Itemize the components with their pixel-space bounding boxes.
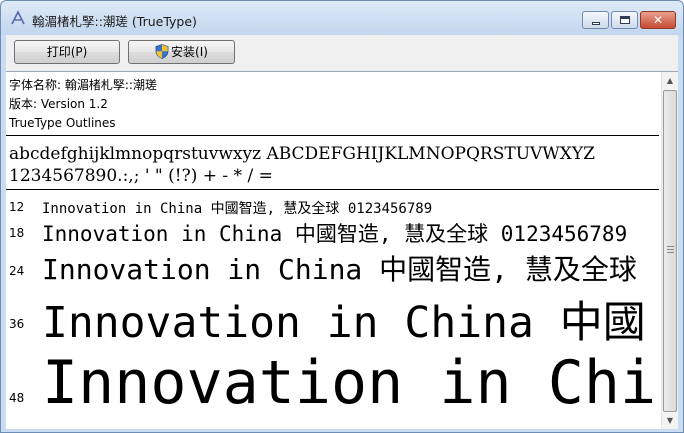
sample-size-label: 48 — [9, 391, 25, 405]
sample-row-18: 18 Innovation in China 中國智造, 慧及全球 012345… — [6, 218, 660, 248]
scrollbar-thumb[interactable] — [663, 90, 677, 412]
font-viewer-icon — [11, 10, 25, 25]
toolbar: 打印(P) 安装(I) — [6, 35, 678, 71]
vertical-scrollbar[interactable]: ▲ ▼ — [661, 72, 678, 429]
minimize-button[interactable] — [582, 11, 609, 29]
install-button-label: 安装(I) — [171, 45, 208, 59]
uac-shield-icon — [155, 44, 169, 59]
font-info-block: 字体名称: 翰湄楮札孯::潮瑳 版本: Version 1.2 TrueType… — [9, 76, 157, 133]
sample-text: Innovation in China 中國智造, 慧及全球 012345678… — [42, 201, 433, 217]
print-button[interactable]: 打印(P) — [14, 40, 120, 64]
font-viewer-window: 翰湄楮札孯::潮瑳 (TrueType) ✕ 打印(P) 安装(I) 字体名称:… — [0, 0, 684, 433]
sample-size-label: 12 — [9, 200, 25, 214]
sample-text: Innovation in China 中國智造, 慧及全球 012345678… — [42, 222, 628, 246]
minimize-icon — [592, 22, 600, 25]
sample-size-label: 24 — [9, 264, 25, 278]
close-icon: ✕ — [652, 13, 664, 27]
sample-row-24: 24 Innovation in China 中國智造, 慧及全球 — [6, 248, 660, 288]
maximize-icon — [620, 16, 630, 24]
sample-row-36: 36 Innovation in China 中國 — [6, 288, 660, 346]
charset-letters: abcdefghijklmnopqrstuvwxyz ABCDEFGHIJKLM… — [9, 144, 595, 164]
grip-line — [667, 252, 674, 253]
scroll-up-arrow-icon[interactable]: ▲ — [662, 72, 678, 89]
sample-text: Innovation in Chin — [42, 348, 660, 418]
grip-line — [667, 246, 674, 247]
title-bar[interactable]: 翰湄楮札孯::潮瑳 (TrueType) ✕ — [1, 1, 683, 35]
sample-row-48: 48 Innovation in Chin — [6, 348, 660, 428]
close-button[interactable]: ✕ — [640, 11, 676, 29]
divider-top — [6, 135, 659, 136]
sample-text: Innovation in China 中國智造, 慧及全球 — [42, 253, 637, 286]
scroll-down-arrow-icon[interactable]: ▼ — [662, 412, 678, 429]
font-outline-line: TrueType Outlines — [9, 116, 116, 130]
sample-size-label: 18 — [9, 226, 25, 240]
divider-bottom — [6, 189, 659, 190]
font-name-line: 字体名称: 翰湄楮札孯::潮瑳 — [9, 78, 157, 92]
window-title: 翰湄楮札孯::潮瑳 (TrueType) — [32, 14, 197, 29]
install-button[interactable]: 安装(I) — [128, 40, 235, 64]
maximize-button[interactable] — [611, 11, 638, 29]
font-preview-pane: 字体名称: 翰湄楮札孯::潮瑳 版本: Version 1.2 TrueType… — [6, 71, 678, 429]
charset-digits-symbols: 1234567890.:,; ' " (!?) + - * / = — [9, 166, 273, 186]
sample-size-label: 36 — [9, 317, 25, 331]
sample-text: Innovation in China 中國 — [42, 298, 646, 346]
font-version-line: 版本: Version 1.2 — [9, 97, 108, 111]
grip-line — [667, 249, 674, 250]
sample-row-12: 12 Innovation in China 中國智造, 慧及全球 012345… — [6, 196, 660, 218]
print-button-label: 打印(P) — [46, 45, 88, 59]
